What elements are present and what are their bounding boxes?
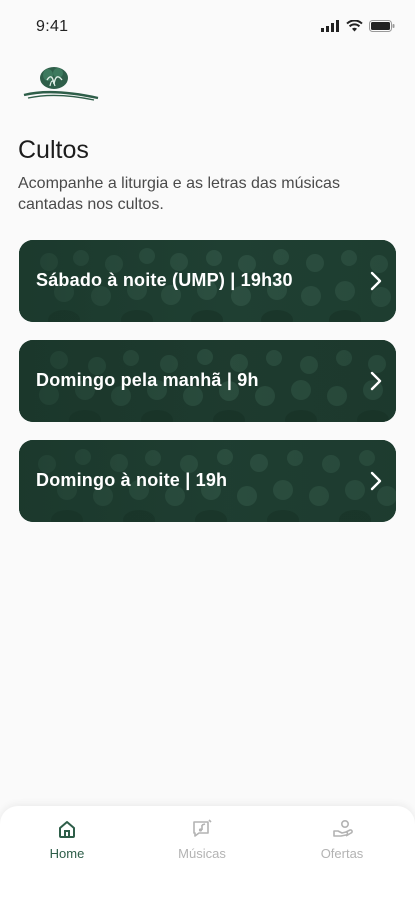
service-label: Domingo à noite | 19h xyxy=(36,470,228,490)
service-label: Sábado à noite (UMP) | 19h30 xyxy=(36,270,293,290)
service-label: Domingo pela manhã | 9h xyxy=(36,370,259,390)
music-icon xyxy=(193,819,212,837)
status-bar: 9:41 xyxy=(0,0,415,52)
bottom-tab-bar: Home Músicas Ofertas xyxy=(0,806,415,900)
service-list: Sábado à noite (UMP) | 19h30 Domingo pel… xyxy=(19,240,396,540)
battery-icon xyxy=(369,20,395,32)
service-card-saturday[interactable]: Sábado à noite (UMP) | 19h30 xyxy=(19,240,396,322)
chevron-right-icon xyxy=(370,271,382,291)
status-icons xyxy=(321,20,395,32)
status-time: 9:41 xyxy=(36,18,69,35)
wifi-icon xyxy=(346,20,363,32)
tab-musicas[interactable]: Músicas xyxy=(147,818,257,861)
page-subtitle: Acompanhe a liturgia e as letras das mús… xyxy=(18,175,340,213)
church-tree-logo xyxy=(23,67,99,101)
signal-icon xyxy=(321,20,339,32)
tab-label: Músicas xyxy=(178,846,226,861)
offering-icon xyxy=(333,819,353,837)
home-icon xyxy=(59,821,75,838)
service-card-sunday-evening[interactable]: Domingo à noite | 19h xyxy=(19,440,396,522)
tab-home[interactable]: Home xyxy=(12,818,122,861)
chevron-right-icon xyxy=(370,471,382,491)
tab-label: Home xyxy=(49,846,85,861)
page-title: Cultos xyxy=(18,136,89,164)
service-card-sunday-morning[interactable]: Domingo pela manhã | 9h xyxy=(19,340,396,422)
tab-label: Ofertas xyxy=(320,846,364,861)
tab-ofertas[interactable]: Ofertas xyxy=(287,818,397,861)
chevron-right-icon xyxy=(370,371,382,391)
